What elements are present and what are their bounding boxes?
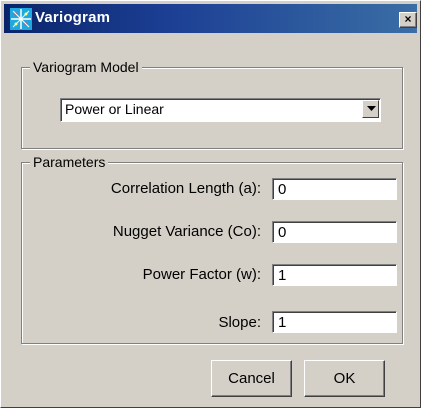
variogram-app-icon: [10, 8, 32, 30]
chevron-down-icon: [367, 106, 376, 111]
close-button[interactable]: ×: [399, 12, 417, 28]
correlation-length-label: Correlation Length (a):: [110, 180, 261, 197]
nugget-variance-label: Nugget Variance (Co):: [112, 223, 261, 240]
slope-label: Slope:: [218, 314, 261, 331]
nugget-variance-input[interactable]: [272, 221, 397, 243]
window-title: Variogram: [35, 9, 111, 26]
variogram-model-select[interactable]: Power or Linear: [60, 98, 381, 122]
close-icon: ×: [404, 12, 412, 26]
ok-button[interactable]: OK: [304, 360, 385, 397]
cancel-button[interactable]: Cancel: [211, 360, 292, 397]
correlation-length-input[interactable]: [272, 178, 397, 200]
slope-input[interactable]: [272, 311, 397, 333]
variogram-model-group: Variogram Model Power or Linear: [21, 58, 403, 149]
power-factor-label: Power Factor (w):: [142, 266, 261, 283]
power-factor-input[interactable]: [272, 264, 397, 286]
variogram-dialog: Variogram × Variogram Model Power or Lin…: [0, 0, 421, 408]
variogram-model-value: Power or Linear: [65, 101, 164, 117]
dropdown-button[interactable]: [362, 100, 379, 118]
parameters-legend: Parameters: [30, 153, 109, 171]
variogram-model-legend: Variogram Model: [30, 58, 142, 76]
title-bar[interactable]: Variogram ×: [4, 4, 417, 33]
